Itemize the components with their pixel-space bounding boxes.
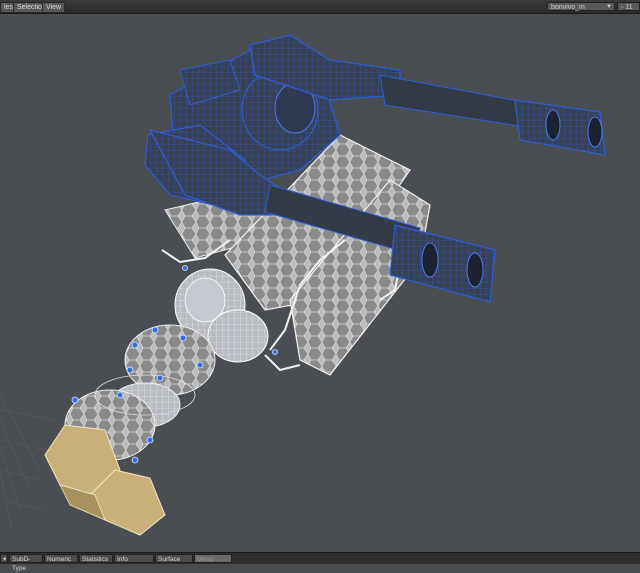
- numeric-button[interactable]: Numeric: [44, 554, 78, 563]
- ground-grid: [0, 394, 56, 531]
- top-toolbar: les Selection View bonvivo_m ▼ ◦ 11: [0, 0, 640, 14]
- layer-counter-value: 11: [625, 4, 633, 11]
- chevron-down-icon: ▼: [606, 4, 612, 10]
- statistics-button[interactable]: Statistics: [79, 554, 113, 563]
- object-selector-label: bonvivo_m: [551, 4, 585, 11]
- subd-type-button[interactable]: SubD-Type: [9, 554, 43, 572]
- info-button[interactable]: Info: [114, 554, 154, 563]
- tab-view[interactable]: View: [42, 2, 66, 13]
- bottom-toolbar: ▾ SubD-Type Numeric Statistics Info Surf…: [0, 552, 640, 572]
- layer-counter[interactable]: ◦ 11: [617, 2, 640, 11]
- object-selector[interactable]: bonvivo_m ▼: [547, 2, 615, 11]
- model-render: [0, 34, 606, 536]
- 3d-viewport[interactable]: WTMCS: [0, 14, 640, 544]
- subd-type-label: SubD-Type: [12, 556, 31, 572]
- menu-field[interactable]: Menu: [194, 554, 232, 563]
- pin-icon: ◦: [621, 4, 624, 11]
- chevron-down-icon[interactable]: ▾: [0, 554, 8, 563]
- surface-button[interactable]: Surface: [155, 554, 193, 563]
